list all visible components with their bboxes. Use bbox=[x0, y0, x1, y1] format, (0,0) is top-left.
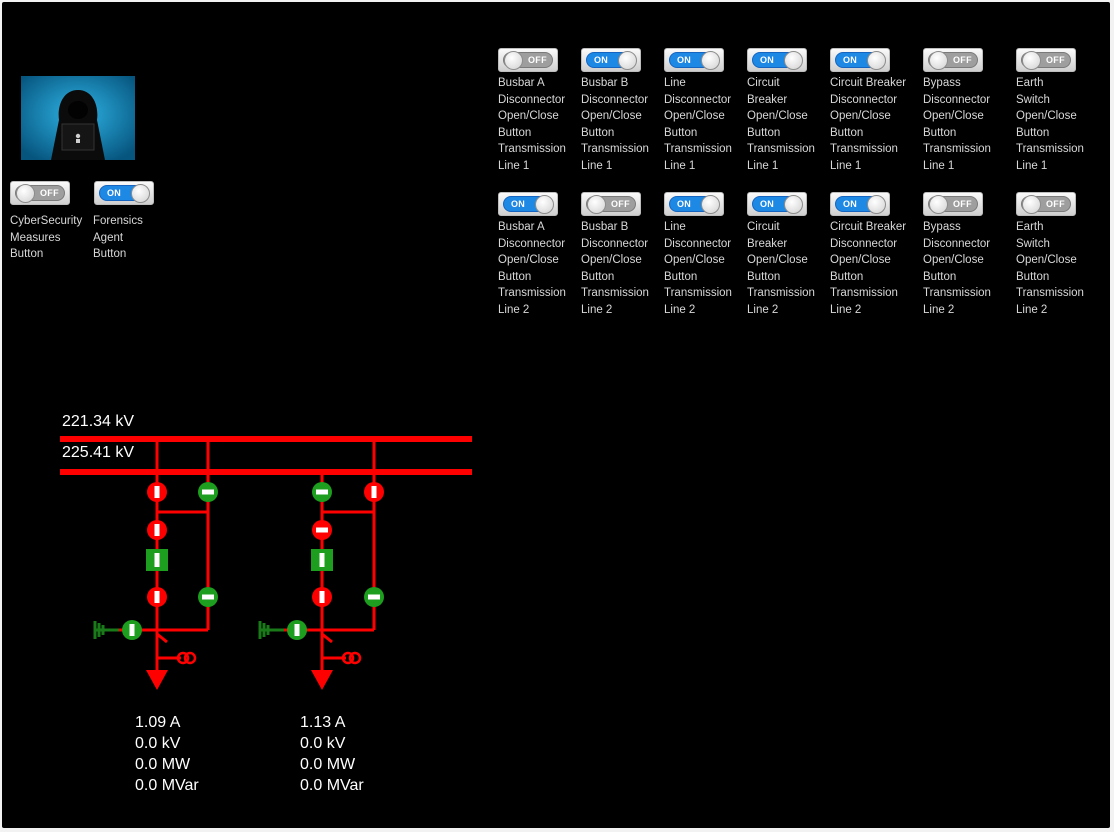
feeder-1-earth-switch-bar bbox=[129, 624, 135, 636]
feeder-2-load-arrow bbox=[311, 670, 333, 690]
feeder-2-voltage: 0.0 kV bbox=[300, 735, 346, 752]
feeder-1-busbar-disconnector-a-bar bbox=[154, 486, 160, 498]
feeder-1-vt-coil-2 bbox=[183, 651, 197, 665]
feeder-2-current: 1.13 A bbox=[300, 714, 346, 731]
feeder-2-busbar-disconnector-b-bar bbox=[371, 486, 377, 498]
feeder-1-readings: 1.09 A 0.0 kV 0.0 MW 0.0 MVar bbox=[135, 712, 199, 796]
feeder-2-circuit-breaker-bar bbox=[319, 553, 325, 567]
substation-wiring bbox=[60, 436, 472, 690]
feeder-2-breaker-disconnector-bar bbox=[319, 591, 325, 603]
busbar-b-voltage: 225.41 kV bbox=[62, 444, 135, 461]
feeder-1-voltage: 0.0 kV bbox=[135, 735, 181, 752]
feeder-2-earth-switch-bar bbox=[294, 624, 300, 636]
busbar-a-voltage: 221.34 kV bbox=[62, 413, 135, 430]
feeder-1-line-disconnector-bar bbox=[154, 524, 160, 536]
feeder-1-current: 1.09 A bbox=[135, 714, 181, 731]
feeder-1-active-power: 0.0 MW bbox=[135, 756, 191, 773]
feeder-2-reactive-power: 0.0 MVar bbox=[300, 777, 364, 794]
feeder-2-active-power: 0.0 MW bbox=[300, 756, 356, 773]
feeder-2-busbar-disconnector-a-bar bbox=[316, 489, 328, 495]
feeder-1-load-arrow bbox=[146, 670, 168, 690]
feeder-2-line-disconnector-bar bbox=[316, 527, 328, 533]
feeder-1-breaker-disconnector-bar bbox=[154, 591, 160, 603]
feeder-1-reactive-power: 0.0 MVar bbox=[135, 777, 199, 794]
hmi-screen: OFF CyberSecurity Measures Button ON For… bbox=[2, 2, 1110, 828]
feeder-2-bypass-disconnector-bar bbox=[368, 594, 380, 600]
feeder-1-circuit-breaker-bar bbox=[154, 553, 160, 567]
single-line-diagram bbox=[60, 436, 472, 690]
feeder-1-bypass-disconnector-bar bbox=[202, 594, 214, 600]
feeder-1-busbar-disconnector-b-bar bbox=[202, 489, 214, 495]
feeder-2-vt-coil-2 bbox=[348, 651, 362, 665]
feeder-2-readings: 1.13 A 0.0 kV 0.0 MW 0.0 MVar bbox=[300, 712, 364, 796]
